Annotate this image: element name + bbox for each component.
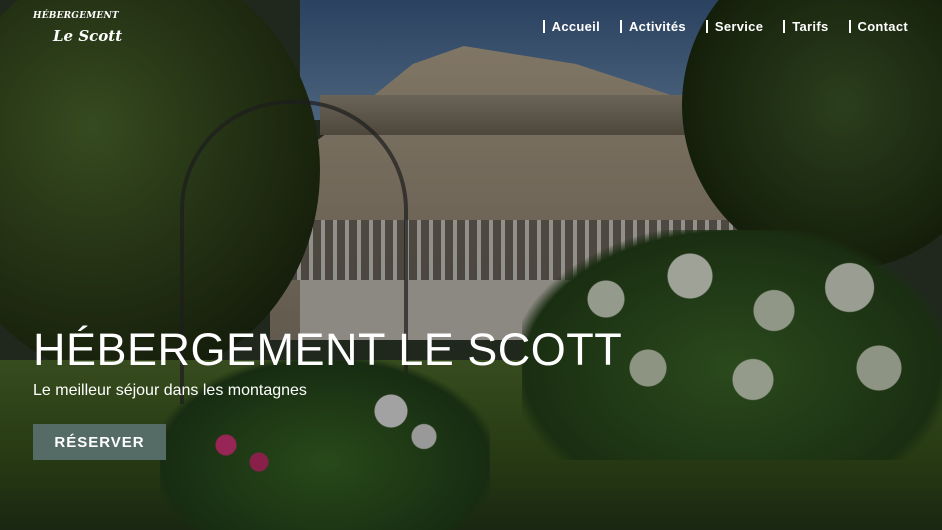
hero-subtitle: Le meilleur séjour dans les montagnes — [33, 382, 307, 399]
logo-line-2: Le Scott — [53, 27, 123, 45]
logo-line-1: HÉBERGEMENT — [33, 11, 119, 21]
nav-item-contact[interactable]: Contact — [848, 20, 909, 33]
site-logo[interactable]: HÉBERGEMENT Le Scott — [33, 11, 122, 45]
hero-title: HÉBERGEMENT LE SCOTT — [33, 324, 623, 375]
main-nav: Accueil Activités Service Tarifs Contact — [542, 20, 909, 33]
nav-item-activites[interactable]: Activités — [619, 20, 686, 33]
nav-item-tarifs[interactable]: Tarifs — [783, 20, 828, 33]
reserve-button[interactable]: RÉSERVER — [33, 424, 166, 460]
nav-item-accueil[interactable]: Accueil — [542, 20, 600, 33]
nav-item-service[interactable]: Service — [705, 20, 763, 33]
